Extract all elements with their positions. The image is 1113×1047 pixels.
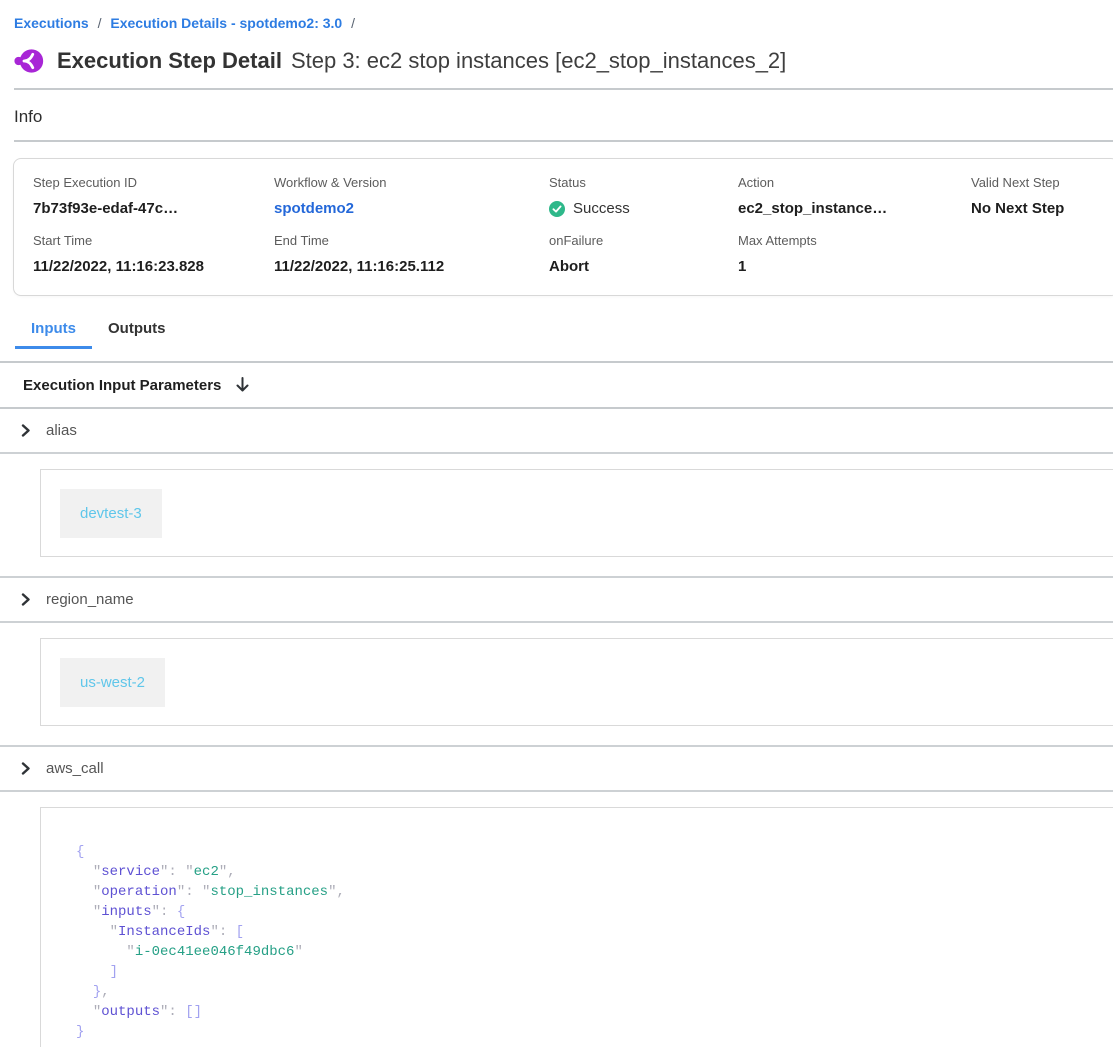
field-label: Step Execution ID	[33, 175, 274, 191]
execution-step-detail-page: Executions / Execution Details - spotdem…	[0, 0, 1113, 1047]
field-label: Action	[738, 175, 971, 191]
field-status: Status Success	[549, 175, 738, 219]
field-step-execution-id: Step Execution ID 7b73f93e-edaf-47c…	[33, 175, 274, 219]
param-name-aws-call: aws_call	[46, 760, 104, 777]
param-row-alias[interactable]: alias	[0, 409, 1113, 452]
field-start-time: Start Time 11/22/2022, 11:16:23.828	[33, 233, 274, 277]
field-value: 11/22/2022, 11:16:23.828	[33, 256, 274, 277]
field-label: Max Attempts	[738, 233, 971, 249]
field-value: Abort	[549, 256, 738, 277]
status-badge: Success	[549, 198, 738, 219]
workflow-link[interactable]: spotdemo2	[274, 198, 354, 219]
tabs: Inputs Outputs	[15, 316, 1113, 349]
field-valid-next-step: Valid Next Step No Next Step	[971, 175, 1113, 219]
divider	[0, 790, 1113, 792]
param-value-box-alias: devtest-3	[40, 469, 1113, 557]
page-header: Execution Step Detail Step 3: ec2 stop i…	[0, 31, 1113, 76]
field-value: No Next Step	[971, 198, 1113, 219]
field-value: 7b73f93e-edaf-47c…	[33, 198, 274, 219]
status-text: Success	[573, 198, 630, 219]
param-name-alias: alias	[46, 422, 77, 439]
breadcrumb-link-executions[interactable]: Executions	[14, 15, 89, 31]
field-label: onFailure	[549, 233, 738, 249]
param-value-box-aws-call: { "service": "ec2", "operation": "stop_i…	[40, 807, 1113, 1047]
chevron-right-icon	[20, 593, 32, 606]
param-chip-region-name: us-west-2	[60, 658, 165, 707]
info-card: Step Execution ID 7b73f93e-edaf-47c… Wor…	[13, 158, 1113, 296]
field-value: ec2_stop_instance…	[738, 198, 971, 219]
divider	[0, 452, 1113, 454]
divider	[0, 621, 1113, 623]
params-header: Execution Input Parameters	[0, 363, 1113, 407]
field-label: Start Time	[33, 233, 274, 249]
success-check-icon	[549, 201, 565, 217]
param-row-aws-call[interactable]: aws_call	[0, 747, 1113, 790]
field-label: End Time	[274, 233, 549, 249]
params-header-label: Execution Input Parameters	[23, 377, 221, 394]
breadcrumb-separator: /	[93, 15, 107, 31]
breadcrumb-link-execution-details[interactable]: Execution Details - spotdemo2: 3.0	[110, 15, 342, 31]
field-value: 11/22/2022, 11:16:25.112	[274, 256, 549, 277]
breadcrumb-trailing-separator: /	[346, 15, 360, 31]
field-workflow-version: Workflow & Version spotdemo2	[274, 175, 549, 219]
tab-inputs[interactable]: Inputs	[15, 316, 92, 349]
field-action: Action ec2_stop_instance…	[738, 175, 971, 219]
field-value: 1	[738, 256, 971, 277]
field-onfailure: onFailure Abort	[549, 233, 738, 277]
param-name-region-name: region_name	[46, 591, 134, 608]
chevron-right-icon	[20, 762, 32, 775]
field-label: Valid Next Step	[971, 175, 1113, 191]
info-heading: Info	[0, 90, 1113, 127]
breadcrumb: Executions / Execution Details - spotdem…	[0, 0, 1113, 31]
field-label: Workflow & Version	[274, 175, 549, 191]
param-value-box-region-name: us-west-2	[40, 638, 1113, 726]
param-row-region-name[interactable]: region_name	[0, 578, 1113, 621]
page-title: Execution Step Detail	[57, 48, 282, 74]
chevron-right-icon	[20, 424, 32, 437]
divider	[14, 140, 1113, 142]
tab-outputs[interactable]: Outputs	[92, 316, 182, 349]
field-end-time: End Time 11/22/2022, 11:16:25.112	[274, 233, 549, 277]
json-code: { "service": "ec2", "operation": "stop_i…	[76, 842, 1113, 1042]
workflow-icon	[14, 46, 44, 76]
page-subtitle: Step 3: ec2 stop instances [ec2_stop_ins…	[291, 48, 786, 74]
empty-cell	[971, 233, 1113, 277]
param-chip-alias: devtest-3	[60, 489, 162, 538]
field-max-attempts: Max Attempts 1	[738, 233, 971, 277]
field-label: Status	[549, 175, 738, 191]
download-arrow-icon[interactable]	[235, 377, 250, 394]
